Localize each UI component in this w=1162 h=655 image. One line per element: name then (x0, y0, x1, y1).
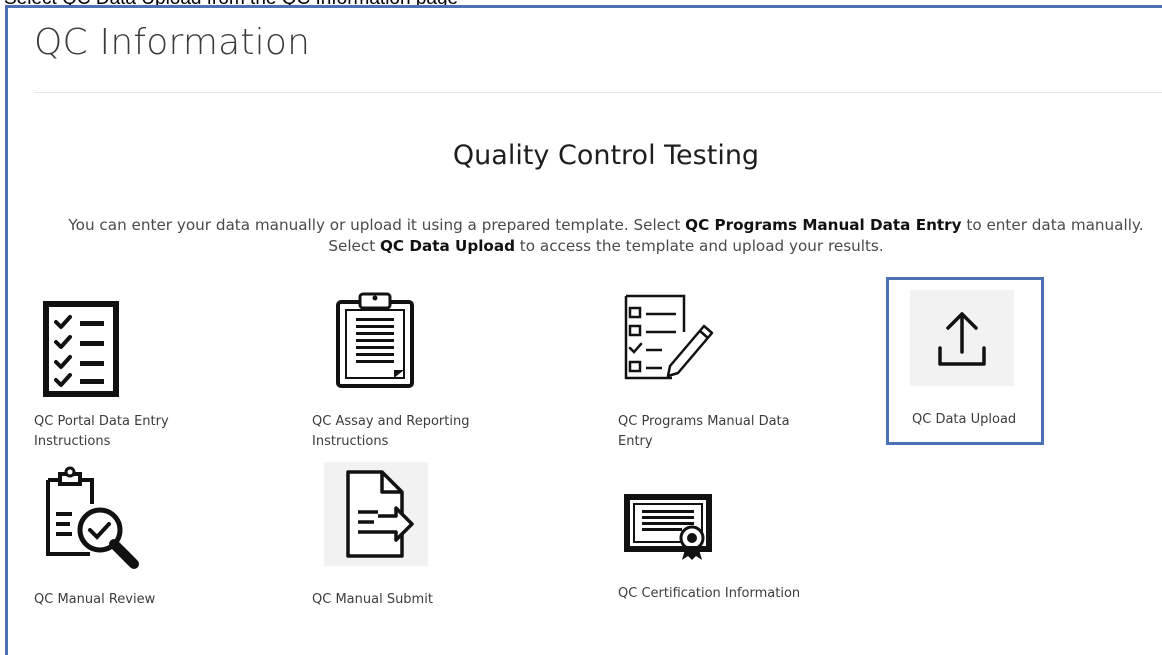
title-divider (34, 92, 1162, 93)
section-heading: Quality Control Testing (452, 140, 760, 171)
tile-label: QC Manual Review (34, 592, 156, 607)
clipboard-magnifier-icon (34, 466, 144, 575)
page-title: QC Information (34, 22, 311, 63)
tile-label: QC Assay and Reporting Instructions (312, 414, 470, 449)
intro-bold-data-upload: QC Data Upload (380, 237, 515, 255)
tile-qc-programs-manual-data-entry[interactable]: QC Programs Manual Data Entry (618, 292, 818, 462)
tile-qc-certification-information[interactable]: QC Certification Information (618, 488, 838, 614)
tile-label: QC Manual Submit (312, 592, 433, 607)
tile-qc-manual-review[interactable]: QC Manual Review (34, 466, 194, 616)
checklist-icon (34, 300, 124, 403)
document-arrow-icon (324, 462, 428, 566)
tile-label: QC Programs Manual Data Entry (618, 414, 790, 449)
tile-qc-assay-and-reporting-instructions[interactable]: QC Assay and Reporting Instructions (312, 290, 512, 460)
intro-bold-manual-entry: QC Programs Manual Data Entry (685, 216, 962, 234)
tile-label: QC Data Upload (912, 412, 1017, 427)
clipboard-icon (332, 290, 418, 395)
intro-part-1: You can enter your data manually or uplo… (68, 216, 686, 234)
tile-qc-data-upload[interactable]: QC Data Upload (906, 288, 1036, 438)
form-pencil-icon (618, 292, 718, 387)
upload-icon (910, 290, 1014, 386)
tile-label: QC Certification Information (618, 586, 801, 601)
tile-qc-portal-data-entry-instructions[interactable]: QC Portal Data Entry Instructions (34, 300, 184, 460)
intro-part-3: to access the template and upload your r… (514, 237, 884, 255)
tile-label: QC Portal Data Entry Instructions (34, 414, 169, 449)
intro-text: You can enter your data manually or uplo… (50, 215, 1162, 257)
tile-qc-manual-submit[interactable]: QC Manual Submit (312, 462, 492, 616)
certificate-icon (618, 488, 718, 567)
